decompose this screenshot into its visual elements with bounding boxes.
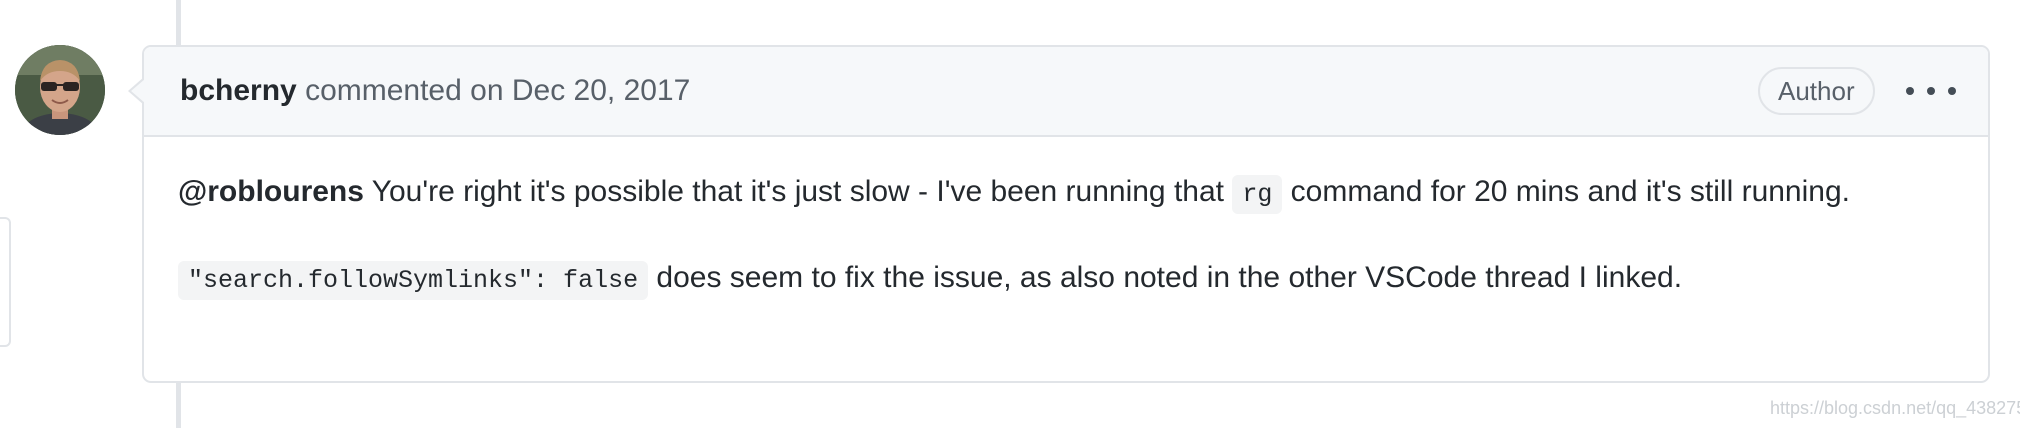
user-mention-link[interactable]: @roblourens [178,175,364,208]
comment-box: bcherny commented on Dec 20, 2017 Author… [128,45,1990,383]
watermark-text: https://blog.csdn.net/qq_43827595 [1770,398,2020,418]
kebab-dot [1948,87,1956,95]
author-badge: Author [1758,67,1875,115]
inline-code-setting: "search.followSymlinks": false [178,261,649,300]
author-link[interactable]: bcherny [180,74,297,107]
comment-timestamp-text[interactable]: commented on Dec 20, 2017 [305,74,690,107]
avatar[interactable] [15,45,105,135]
paragraph-1-text-before-code: You're right it's possible that it's jus… [363,175,1233,208]
kebab-dot [1906,87,1914,95]
adjacent-panel-edge [0,217,11,347]
comment-paragraph-2: "search.followSymlinks": false does seem… [178,253,1948,306]
kebab-horizontal-icon[interactable] [1906,73,1956,109]
inline-code-rg: rg [1232,175,1283,214]
kebab-dot [1927,87,1935,95]
comment-paragraph-1: @roblourens You're right it's possible t… [178,167,1948,220]
comment-header: bcherny commented on Dec 20, 2017 Author [144,47,1988,137]
comment-body: @roblourens You're right it's possible t… [178,167,1948,306]
paragraph-2-text: does seem to fix the issue, as also note… [648,261,1683,294]
paragraph-1-text-after-code: command for 20 mins and it's still runni… [1282,175,1850,208]
avatar-image [15,45,105,135]
comment-header-text: bcherny commented on Dec 20, 2017 [180,73,690,109]
